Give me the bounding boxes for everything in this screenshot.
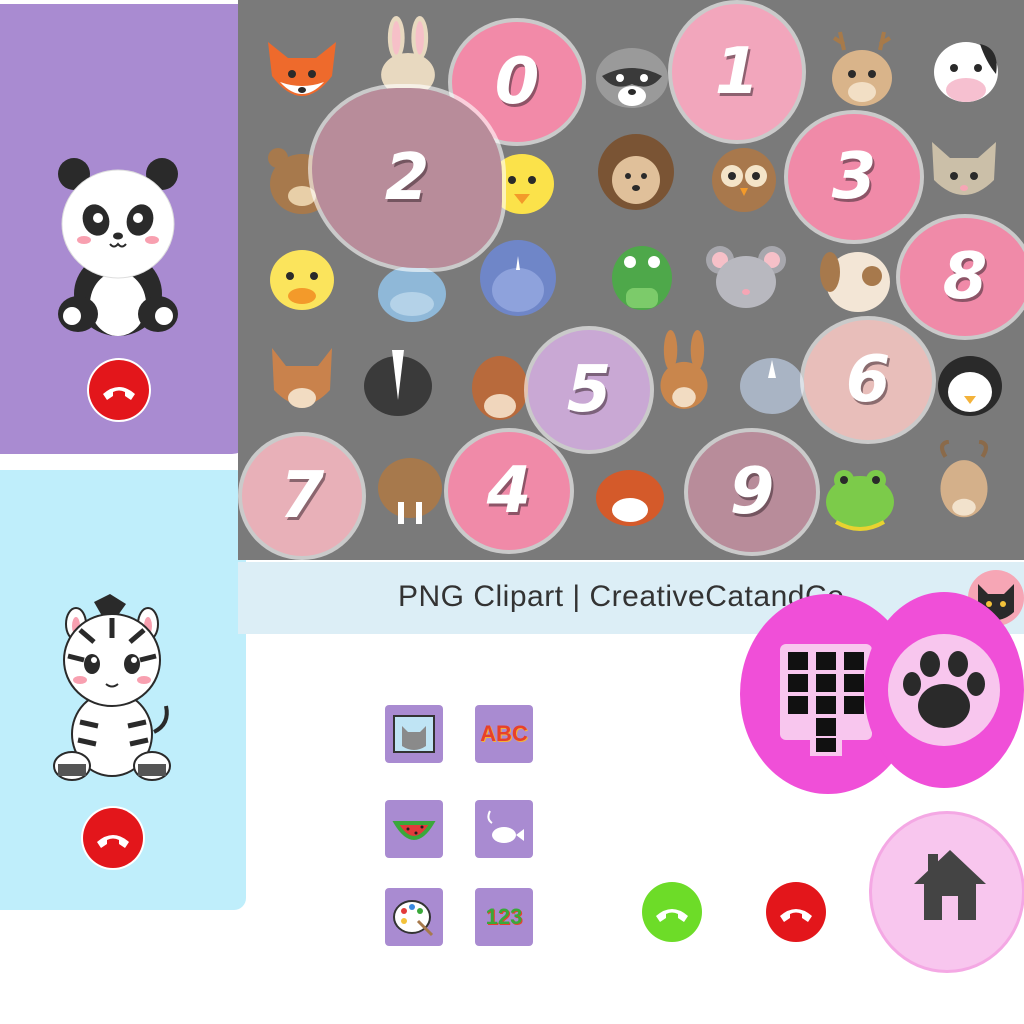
cat-game-tile[interactable]	[385, 705, 443, 763]
puppy-icon	[820, 252, 890, 312]
fox-icon	[268, 42, 336, 96]
phone-hangup-icon	[103, 387, 135, 400]
answer-call-button[interactable]	[642, 882, 702, 942]
paw-icon	[888, 634, 1000, 746]
rhino-icon	[740, 358, 804, 414]
home-icon	[914, 850, 986, 920]
goat-icon	[939, 440, 989, 518]
penguin-icon	[938, 356, 1002, 416]
animal-number-board: 0 1 2 3 8 5 6 7 4 9	[238, 0, 1024, 560]
zebra-avatar	[53, 594, 171, 781]
skunk-icon	[364, 350, 432, 416]
cat-icon	[932, 142, 996, 195]
keypad-icon	[780, 644, 872, 756]
raccoon-icon	[596, 48, 668, 108]
painting-tile[interactable]	[385, 888, 443, 946]
decline-call-button[interactable]	[766, 882, 826, 942]
zebra-hangup-button[interactable]	[83, 808, 143, 868]
crocodile-icon	[612, 246, 672, 310]
hedgehog-icon	[598, 134, 674, 210]
numbers-icon: 123	[485, 904, 523, 929]
abc-icon: ABC	[480, 721, 528, 746]
phone-hangup-icon	[780, 909, 812, 922]
abc-tile[interactable]: ABC	[475, 705, 533, 763]
deer-icon	[832, 31, 892, 106]
number-7-button[interactable]: 7	[242, 436, 362, 556]
banner-credit-text: PNG Clipart | CreativeCatandCo	[398, 580, 845, 613]
numbers-tile[interactable]: 123	[475, 888, 533, 946]
squirrel-icon	[272, 348, 332, 408]
mouse-icon	[706, 246, 786, 308]
fruit-tile[interactable]	[385, 800, 443, 858]
cow-icon	[934, 42, 998, 102]
frog-icon	[826, 470, 894, 531]
triceratops-icon	[480, 240, 556, 316]
duckling-icon	[270, 250, 334, 310]
panda-call-card[interactable]	[0, 4, 250, 454]
phone-answer-icon	[656, 909, 688, 922]
number-3-button[interactable]: 3	[788, 114, 920, 240]
number-9-button[interactable]: 9	[688, 432, 816, 552]
home-button[interactable]	[872, 814, 1022, 970]
number-8-button[interactable]: 8	[900, 218, 1024, 336]
palette-icon	[393, 900, 434, 937]
red-panda-icon	[596, 470, 664, 526]
owl-icon	[712, 148, 776, 212]
cat-picture-icon	[393, 715, 435, 753]
number-1-button[interactable]: 1	[672, 4, 802, 140]
watermelon-icon	[392, 821, 436, 840]
panda-hangup-button[interactable]	[89, 360, 149, 420]
panda-avatar	[58, 158, 178, 336]
zebra-call-card[interactable]	[0, 470, 246, 910]
number-4-button[interactable]: 4	[448, 432, 570, 550]
fish-icon	[487, 810, 524, 843]
phone-hangup-icon	[97, 835, 129, 848]
paw-button[interactable]	[864, 592, 1024, 788]
kangaroo-icon	[660, 330, 708, 409]
walrus-icon	[378, 458, 442, 524]
number-6-button[interactable]: 6	[804, 320, 932, 440]
number-5-button[interactable]: 5	[528, 330, 650, 450]
fishing-tile[interactable]	[475, 800, 533, 858]
